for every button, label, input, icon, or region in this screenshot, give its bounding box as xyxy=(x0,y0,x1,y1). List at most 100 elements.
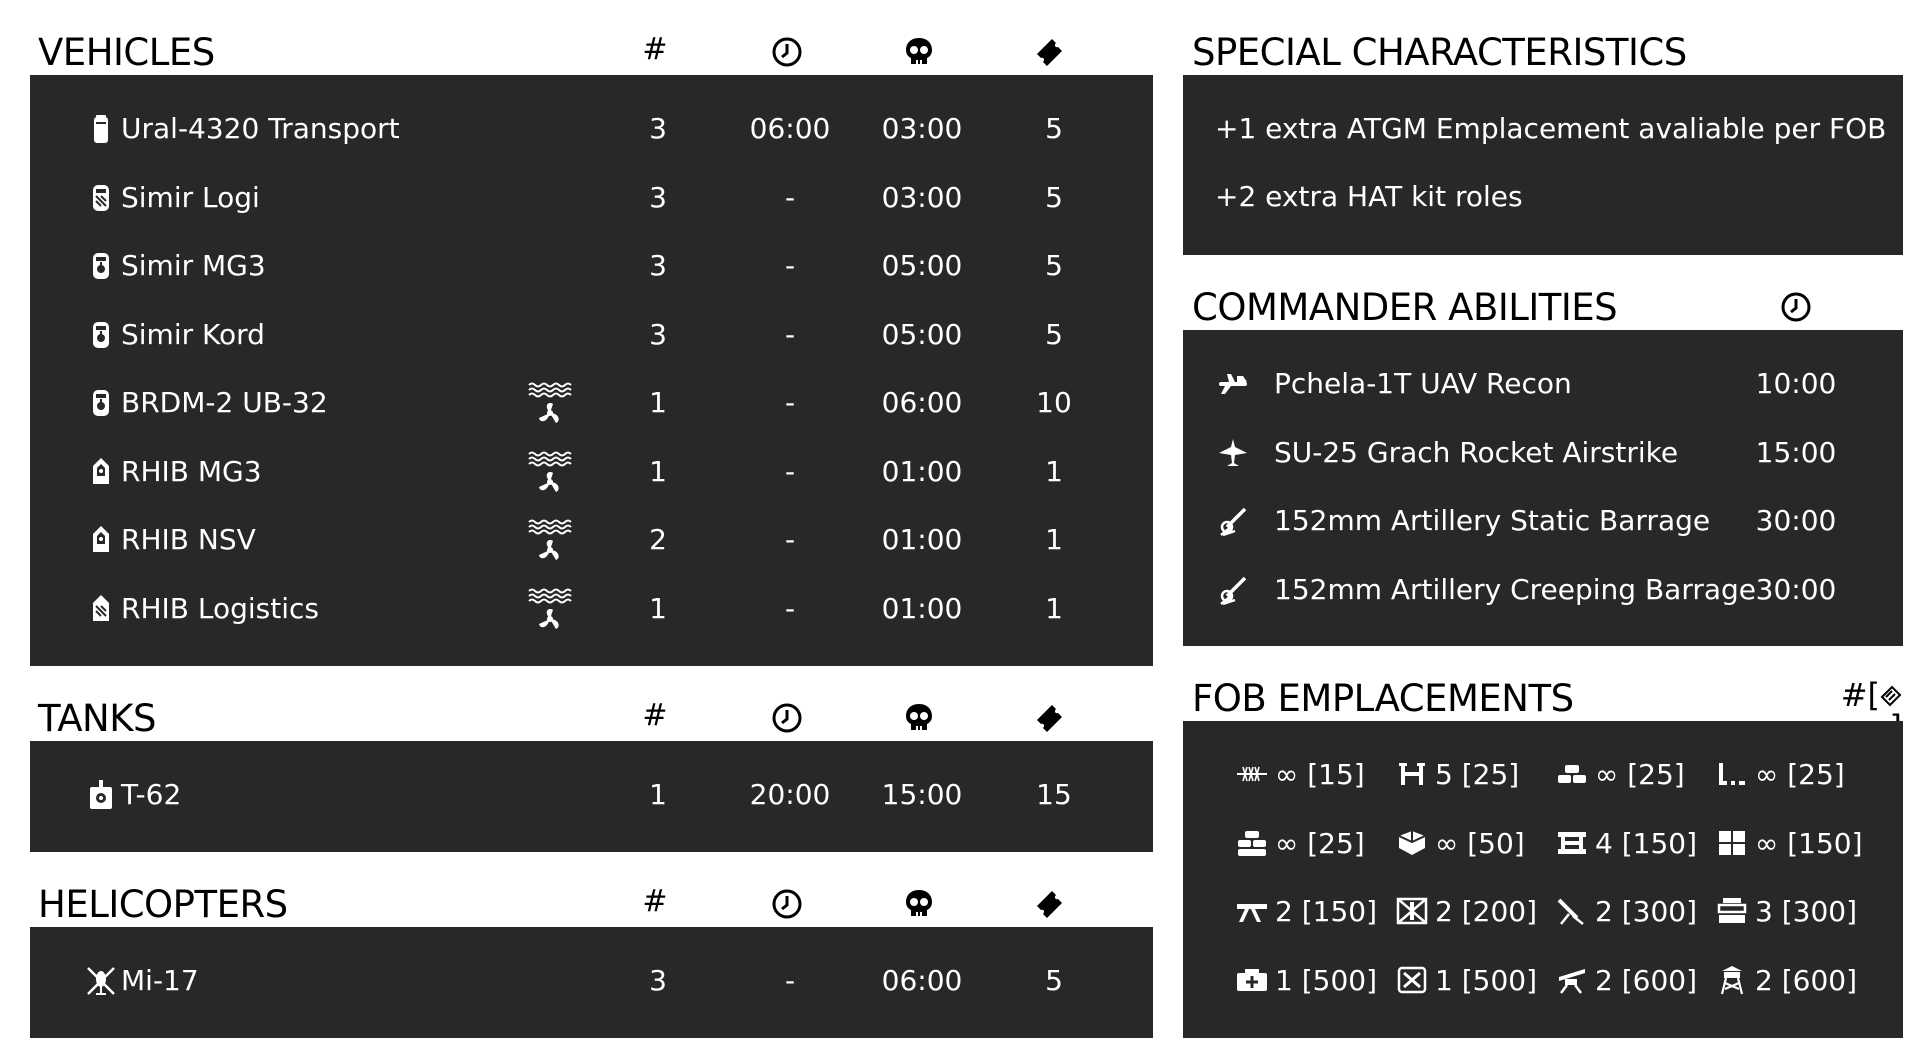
fob-emplacement: 4 [150] xyxy=(1555,810,1697,878)
ammo-crate-icon xyxy=(1395,815,1429,855)
unit-name: RHIB Logistics xyxy=(121,591,319,625)
unit-respawn: 15:00 xyxy=(881,778,963,811)
unit-row: Mi-17 3 - 06:00 5 xyxy=(30,947,1153,1015)
fob-emplacement: 2 [200] xyxy=(1395,878,1537,946)
vehicles-panel: Ural-4320 Transport 3 06:00 03:00 5 Simir Log… xyxy=(30,75,1153,666)
unit-count: 3 xyxy=(649,317,667,351)
skull-icon xyxy=(889,36,949,74)
fob-emplacement: 2 [600] xyxy=(1715,947,1857,1015)
unit-name: Simir Logi xyxy=(121,180,260,214)
unit-count: 1 xyxy=(649,591,667,625)
artillery-icon xyxy=(1217,505,1249,537)
tanks-title: TANKS xyxy=(38,697,156,740)
unit-tickets: 1 xyxy=(1045,454,1063,488)
ticket-icon xyxy=(1021,888,1081,926)
fob-emplacement: 5 [25] xyxy=(1395,741,1519,809)
fob-count: ∞ [25] xyxy=(1755,758,1845,791)
unit-tickets: 5 xyxy=(1045,180,1063,214)
fob-emplacement: ∞ [15] xyxy=(1235,741,1365,809)
fob-emplacement: ∞ [25] xyxy=(1235,810,1365,878)
fob-emplacement: ∞ [25] xyxy=(1715,741,1845,809)
unit-delay: 06:00 xyxy=(749,112,831,145)
unit-tickets: 1 xyxy=(1045,591,1063,625)
special-item: +1 extra ATGM Emplacement avaliable per … xyxy=(1215,112,1887,145)
fob-count: 2 [300] xyxy=(1595,895,1698,928)
ticket-icon xyxy=(1021,36,1081,74)
unit-delay: - xyxy=(784,386,796,419)
clock-icon xyxy=(1766,291,1826,329)
sandbag-wall-icon xyxy=(1235,815,1269,856)
fob-count: ∞ [25] xyxy=(1275,826,1365,860)
fob-emplacement: 2 [600] xyxy=(1555,947,1697,1015)
fob-emplacement: 1 [500] xyxy=(1395,947,1537,1015)
ability-cooldown: 30:00 xyxy=(1755,504,1837,537)
unit-respawn: 01:00 xyxy=(881,591,963,625)
unit-tickets: 5 xyxy=(1045,112,1063,145)
artillery-icon xyxy=(1217,574,1249,606)
fob-count: ∞ [25] xyxy=(1595,758,1685,791)
unit-tickets: 1 xyxy=(1045,523,1063,556)
unit-respawn: 03:00 xyxy=(881,112,963,145)
unit-name: RHIB NSV xyxy=(121,523,256,556)
count-header: # xyxy=(642,698,668,733)
unit-delay: - xyxy=(784,180,796,214)
unit-name: Simir Kord xyxy=(121,317,265,351)
unit-row: Ural-4320 Transport 3 06:00 03:00 5 xyxy=(30,95,1153,163)
boat-icon xyxy=(85,524,117,556)
armed-car-icon xyxy=(85,319,117,351)
sandbag-icon xyxy=(1555,746,1589,783)
unit-count: 3 xyxy=(649,249,667,282)
unit-delay: - xyxy=(784,317,796,351)
unit-row: RHIB Logistics 1 - 01:00 1 xyxy=(30,575,1153,643)
fob-count: 2 [150] xyxy=(1275,895,1378,928)
bunker-icon xyxy=(1555,815,1589,854)
helicopters-title: HELICOPTERS xyxy=(38,883,288,926)
logistics-car-icon xyxy=(85,182,117,214)
unit-tickets: 5 xyxy=(1045,964,1063,997)
unit-delay: 20:00 xyxy=(749,778,831,811)
jet-icon xyxy=(1217,437,1249,469)
commander-ability-row: Pchela-1T UAV Recon 10:00 xyxy=(1183,350,1903,418)
unit-name: RHIB MG3 xyxy=(121,454,262,488)
tank-trap-icon xyxy=(1395,746,1429,785)
fob-count: ∞ [50] xyxy=(1435,826,1525,860)
unit-count: 3 xyxy=(649,964,667,997)
fob-count: 1 [500] xyxy=(1435,963,1538,997)
unit-row: RHIB MG3 1 - 01:00 1 xyxy=(30,438,1153,506)
ability-name: 152mm Artillery Static Barrage xyxy=(1274,504,1711,537)
helicopter-icon xyxy=(85,965,117,997)
tank-icon xyxy=(85,779,117,811)
unit-name: Mi-17 xyxy=(121,964,199,997)
boat-icon xyxy=(85,456,117,488)
watchtower-icon xyxy=(1715,952,1749,994)
clock-icon xyxy=(757,36,817,74)
unit-respawn: 05:00 xyxy=(881,249,963,282)
fob-emplacement: 2 [300] xyxy=(1555,878,1697,946)
unit-delay: - xyxy=(784,249,796,282)
fob-count: 5 [25] xyxy=(1435,758,1520,791)
fob-emplacement: ∞ [50] xyxy=(1395,810,1525,878)
skull-icon xyxy=(889,702,949,740)
clock-icon xyxy=(757,702,817,740)
fob-emplacement: ∞ [25] xyxy=(1555,741,1685,809)
ammo-icon xyxy=(1880,685,1902,707)
fob-count: ∞ [150] xyxy=(1755,826,1863,860)
fob-count: 3 [300] xyxy=(1755,895,1858,928)
low-wall-icon xyxy=(1715,746,1749,785)
fob-count: 2 [200] xyxy=(1435,895,1538,928)
fob-count: ∞ [15] xyxy=(1275,758,1365,791)
unit-name: Simir MG3 xyxy=(121,249,266,282)
fob-emplacement: 1 [500] xyxy=(1235,947,1377,1015)
unit-respawn: 01:00 xyxy=(881,523,963,556)
fob-count: 1 [500] xyxy=(1275,963,1378,997)
unit-count: 1 xyxy=(649,386,667,419)
unit-tickets: 10 xyxy=(1036,386,1072,419)
vehicles-title: VEHICLES xyxy=(38,31,215,74)
unit-row: RHIB NSV 2 - 01:00 1 xyxy=(30,506,1153,574)
repair-station-icon xyxy=(1235,952,1269,991)
aa-gun-icon xyxy=(1555,952,1589,994)
fob-emplacement: ∞ [150] xyxy=(1715,810,1863,878)
mortar-icon xyxy=(1555,883,1589,925)
unit-count: 3 xyxy=(649,112,667,145)
unit-respawn: 03:00 xyxy=(881,180,963,214)
